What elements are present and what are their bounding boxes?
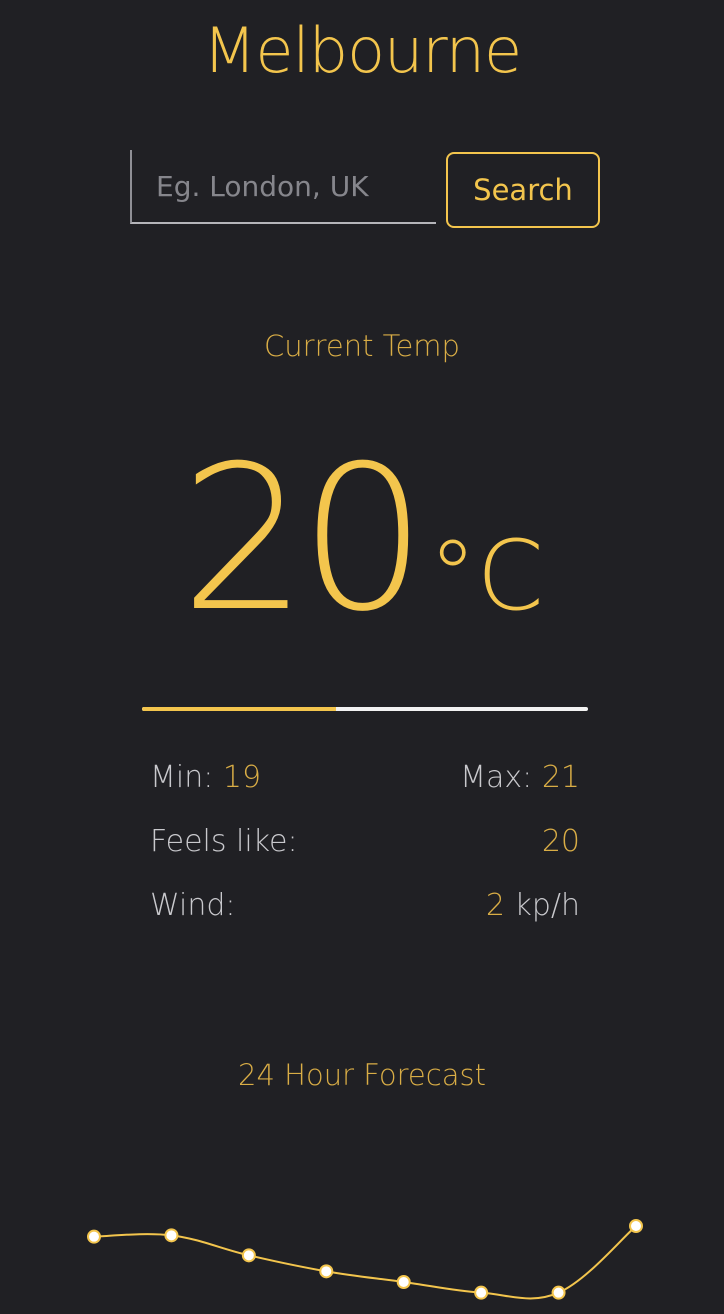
- temp-range-bar-fill: [142, 707, 336, 711]
- max-label: Max:: [460, 760, 533, 795]
- wind-label: Wind:: [150, 888, 236, 923]
- min-max-row: Min: 19 Max: 21: [150, 760, 580, 800]
- search-button[interactable]: Search: [446, 152, 600, 228]
- temp-unit: °C: [428, 520, 544, 632]
- forecast-point: [164, 1228, 179, 1243]
- forecast-point: [396, 1275, 411, 1289]
- forecast-point: [629, 1219, 643, 1233]
- forecast-point: [241, 1248, 256, 1263]
- forecast-point: [551, 1285, 566, 1300]
- min-label: Min:: [150, 760, 214, 795]
- weather-app: Melbourne Search Current Temp 20°C Min: …: [0, 0, 724, 1314]
- search-bar: Search: [130, 150, 600, 230]
- feels-like-value: 20: [541, 824, 580, 859]
- forecast-point: [87, 1229, 101, 1244]
- wind-row: Wind: 2 kp/h: [150, 888, 580, 928]
- max-value: 21: [541, 760, 580, 795]
- current-temp-label: Current Temp: [264, 329, 460, 363]
- wind-value: 2: [485, 888, 505, 923]
- current-temp: 20 °C: [0, 430, 724, 650]
- max-stat: Max: 21: [460, 760, 580, 795]
- wind-unit: kp/h: [514, 888, 580, 923]
- forecast-point: [474, 1285, 489, 1300]
- city-title: Melbourne: [202, 14, 522, 87]
- min-stat: Min: 19: [150, 760, 261, 795]
- search-input[interactable]: [130, 150, 436, 224]
- forecast-point: [319, 1264, 334, 1279]
- feels-like-label: Feels like:: [150, 824, 298, 859]
- forecast-label: 24 Hour Forecast: [238, 1058, 486, 1092]
- feels-like-row: Feels like: 20: [150, 824, 580, 864]
- min-value: 19: [222, 760, 262, 795]
- temp-range-bar: [142, 707, 588, 711]
- temp-value: 20: [180, 423, 426, 656]
- forecast-chart: [87, 1219, 643, 1300]
- wind-stat: 2 kp/h: [486, 888, 580, 923]
